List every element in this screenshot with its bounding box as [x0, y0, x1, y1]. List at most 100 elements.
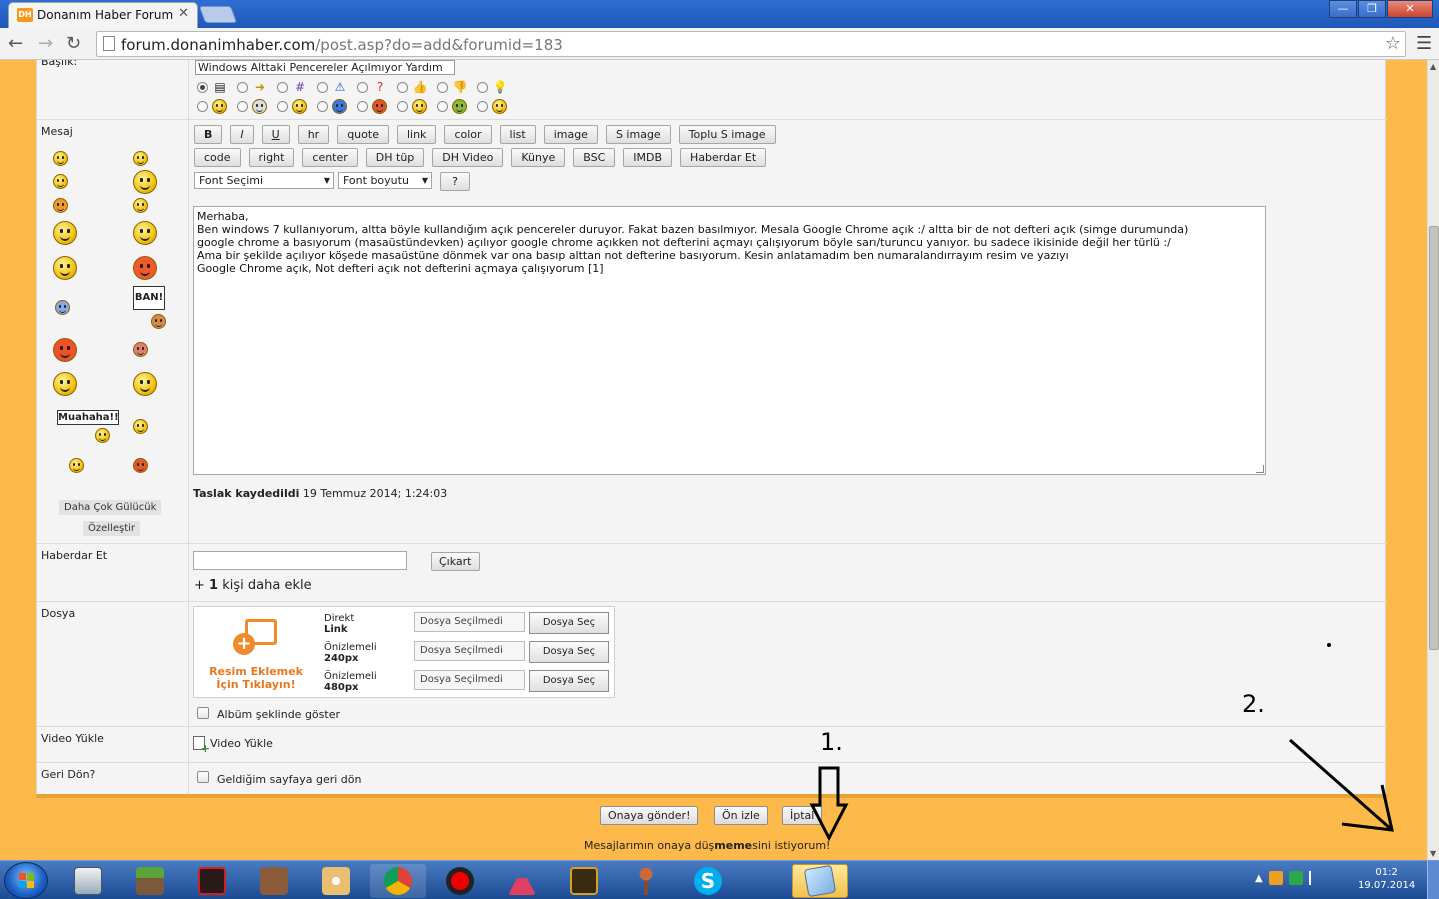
- radio[interactable]: [477, 81, 488, 93]
- radio[interactable]: [317, 101, 328, 112]
- smiley-icon[interactable]: [133, 458, 148, 473]
- radio[interactable]: [357, 81, 368, 93]
- muahaha-sign-icon[interactable]: Muahaha!!: [57, 410, 119, 425]
- chevron-up-icon[interactable]: ▲: [1255, 873, 1263, 884]
- radio[interactable]: [277, 81, 288, 93]
- notify-user-input[interactable]: [193, 551, 407, 570]
- bbcode-i-button[interactable]: I: [230, 125, 254, 144]
- system-clock[interactable]: 01:2 19.07.2014: [1358, 866, 1415, 892]
- page-scrollbar[interactable]: ▲ ▼: [1427, 60, 1439, 860]
- add-image-button[interactable]: + Resim Eklemek İçin Tıklayın!: [202, 619, 310, 691]
- post-icon-option[interactable]: ⚠: [317, 80, 357, 94]
- customize-button[interactable]: Özelleştir: [83, 521, 141, 536]
- tray-app-icon[interactable]: [1268, 871, 1283, 885]
- bbcode-hr-button[interactable]: hr: [297, 125, 330, 144]
- post-icon-option[interactable]: 👍: [397, 80, 437, 94]
- post-icon-option[interactable]: [357, 99, 397, 114]
- ban-sign-icon[interactable]: BAN!: [133, 286, 165, 310]
- scroll-thumb[interactable]: [1429, 226, 1439, 650]
- post-icon-option[interactable]: 👎: [437, 80, 477, 94]
- smiley-icon[interactable]: [133, 419, 148, 434]
- back-arrow-icon[interactable]: ←: [8, 33, 23, 54]
- smiley-icon[interactable]: [133, 170, 157, 194]
- font-size-select[interactable]: Font boyutu ▼: [338, 172, 432, 189]
- resize-handle[interactable]: [1256, 465, 1264, 473]
- preview-button[interactable]: Ön izle: [714, 806, 768, 825]
- bbcode-u-button[interactable]: U: [261, 125, 290, 144]
- smiley-icon[interactable]: [133, 256, 157, 280]
- submit-button[interactable]: Onaya gönder!: [600, 806, 699, 825]
- font-family-select[interactable]: Font Seçimi ▼: [194, 172, 334, 189]
- radio[interactable]: [197, 101, 208, 112]
- flag-icon[interactable]: [1308, 871, 1323, 885]
- smiley-icon[interactable]: [55, 300, 70, 315]
- radio[interactable]: [237, 101, 248, 112]
- title-input[interactable]: Windows Alttaki Pencereler Açılmıyor Yar…: [195, 60, 455, 75]
- bbcode-dh-tüp-button[interactable]: DH tüp: [365, 148, 425, 167]
- smiley-icon[interactable]: [151, 314, 166, 329]
- bookmark-star-icon[interactable]: ☆: [1385, 33, 1401, 54]
- bbcode-link-button[interactable]: link: [396, 125, 437, 144]
- post-icon-option[interactable]: ▤: [197, 80, 237, 94]
- video-add-icon[interactable]: [193, 736, 210, 755]
- smiley-icon[interactable]: [133, 372, 157, 396]
- radio[interactable]: [437, 81, 448, 93]
- add-person-link[interactable]: + 1 kişi daha ekle: [194, 578, 312, 593]
- message-textarea[interactable]: Merhaba, Ben windows 7 kullanıyorum, alt…: [193, 206, 1266, 475]
- new-tab-button[interactable]: [198, 6, 238, 23]
- smiley-icon[interactable]: [53, 221, 77, 245]
- radio[interactable]: [397, 81, 408, 93]
- bbcode-center-button[interactable]: center: [302, 148, 358, 167]
- post-icon-option[interactable]: [277, 99, 317, 114]
- notepad-taskbar-icon[interactable]: [792, 864, 848, 898]
- bbcode-color-button[interactable]: color: [444, 125, 492, 144]
- video-upload-link[interactable]: Video Yükle: [210, 737, 273, 750]
- radio[interactable]: [237, 81, 248, 93]
- bbcode-imdb-button[interactable]: IMDB: [623, 148, 673, 167]
- post-icon-option[interactable]: [477, 99, 517, 114]
- character-taskbar-icon[interactable]: [246, 864, 302, 898]
- radio[interactable]: [317, 81, 328, 93]
- show-desktop-button[interactable]: [1427, 861, 1439, 899]
- maximize-button[interactable]: ❐: [1358, 0, 1386, 18]
- bbcode-list-button[interactable]: list: [499, 125, 536, 144]
- chrome-taskbar-icon[interactable]: [370, 864, 426, 898]
- bbcode-code-button[interactable]: code: [194, 148, 241, 167]
- smiley-icon[interactable]: [53, 256, 77, 280]
- radio[interactable]: [357, 101, 368, 112]
- recorder-taskbar-icon[interactable]: [432, 864, 488, 898]
- smiley-icon[interactable]: [133, 151, 148, 166]
- post-icon-option[interactable]: [317, 99, 357, 114]
- post-icon-option[interactable]: [397, 99, 437, 114]
- tv-taskbar-icon[interactable]: [556, 864, 612, 898]
- radio[interactable]: [397, 101, 408, 112]
- post-icon-option[interactable]: ➜: [237, 80, 277, 94]
- start-button[interactable]: [4, 862, 48, 899]
- smiley-icon[interactable]: [95, 428, 110, 443]
- choose-file-button[interactable]: Dosya Seç: [529, 670, 609, 692]
- bbcode-künye-button[interactable]: Künye: [511, 148, 566, 167]
- explorer-taskbar-icon[interactable]: [60, 864, 116, 898]
- scroll-up-icon[interactable]: ▲: [1430, 62, 1436, 71]
- post-icon-option[interactable]: 💡: [477, 80, 517, 94]
- bbcode-right-button[interactable]: right: [248, 148, 295, 167]
- tab-donanim-haber[interactable]: DH Donanım Haber Forum ✕: [8, 2, 198, 28]
- more-smileys-button[interactable]: Daha Çok Gülücük: [59, 500, 162, 515]
- radio[interactable]: [277, 101, 288, 112]
- choose-file-button[interactable]: Dosya Seç: [529, 641, 609, 663]
- radio[interactable]: [477, 101, 488, 112]
- bbcode-dh-video-button[interactable]: DH Video: [432, 148, 504, 167]
- post-icon-option[interactable]: ?: [357, 80, 397, 94]
- shield-icon[interactable]: [1288, 871, 1303, 885]
- choose-file-button[interactable]: Dosya Seç: [529, 612, 609, 634]
- post-icon-option[interactable]: #: [277, 80, 317, 94]
- bbcode-toplu-s-image-button[interactable]: Toplu S image: [678, 125, 776, 144]
- album-checkbox[interactable]: [197, 707, 209, 719]
- paint-taskbar-icon[interactable]: [308, 864, 364, 898]
- minimize-button[interactable]: —: [1329, 0, 1357, 18]
- figure-taskbar-icon[interactable]: [618, 864, 674, 898]
- address-bar[interactable]: forum.donanimhaber.com/post.asp?do=add&f…: [96, 31, 1406, 57]
- smiley-icon[interactable]: [53, 372, 77, 396]
- forward-arrow-icon[interactable]: →: [38, 33, 53, 54]
- smiley-icon[interactable]: [53, 198, 68, 213]
